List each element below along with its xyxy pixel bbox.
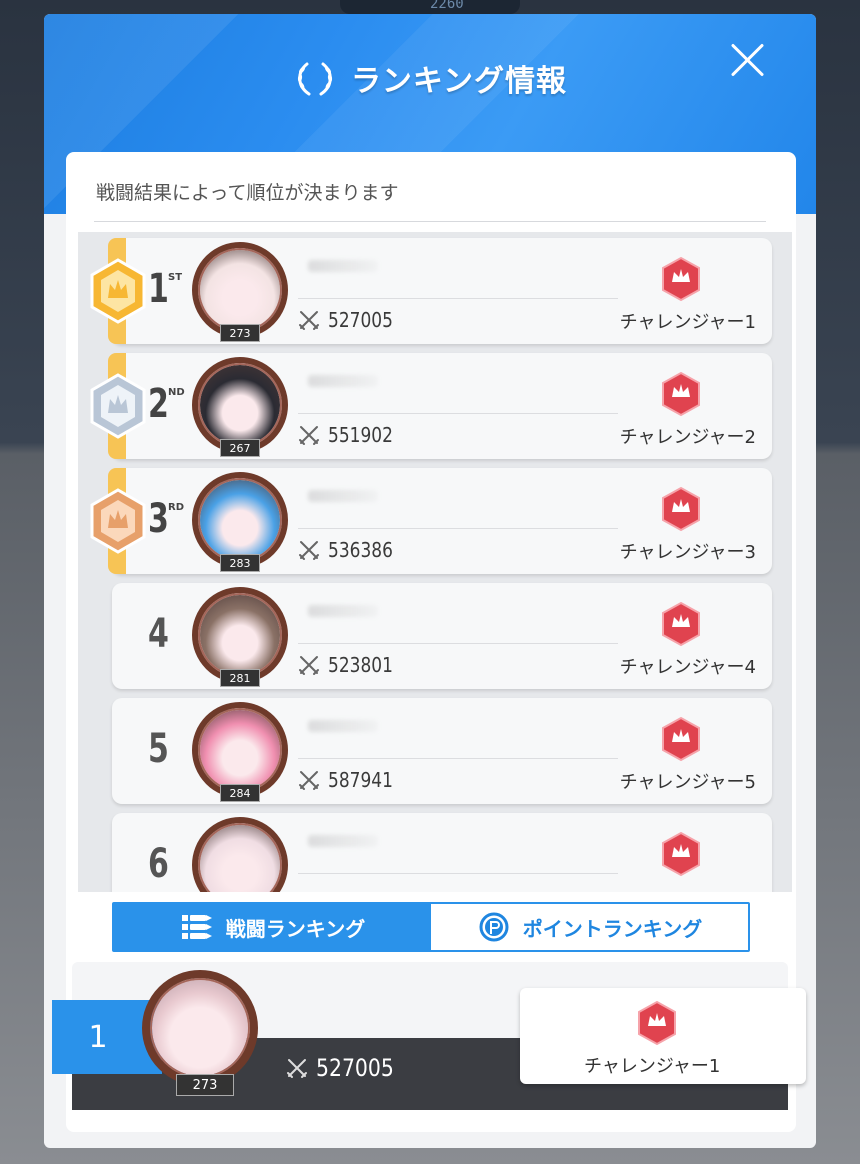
rank-number: 4 bbox=[148, 611, 169, 657]
divider bbox=[298, 758, 618, 759]
player-name-redacted bbox=[308, 835, 378, 847]
player-name-redacted bbox=[308, 605, 378, 617]
player-avatar[interactable] bbox=[192, 817, 288, 892]
my-level-badge: 273 bbox=[176, 1074, 234, 1096]
ranking-row[interactable]: 3 RD 283 536386 チャレンジャー3 bbox=[90, 468, 772, 574]
tier-label: チャレンジャー1 bbox=[619, 312, 756, 333]
rank-number: 2 bbox=[148, 381, 169, 427]
power: 536386 bbox=[298, 538, 404, 562]
power: 551902 bbox=[298, 423, 404, 447]
crown-tier-icon bbox=[638, 1000, 676, 1046]
ranking-subtitle: 戦闘結果によって順位が決まります bbox=[96, 182, 399, 204]
avatar-frame bbox=[192, 817, 288, 892]
player-avatar[interactable]: 284 bbox=[192, 702, 288, 802]
rank-suffix: RD bbox=[168, 502, 185, 513]
tab-battle-ranking[interactable]: 戦闘ランキング bbox=[114, 904, 431, 950]
player-name-redacted bbox=[308, 260, 378, 272]
ranking-modal: ランキング情報 戦闘結果によって順位が決まります 1 ST 273 527005 … bbox=[44, 14, 816, 1148]
medal-icon bbox=[90, 488, 146, 554]
player-name-redacted bbox=[308, 375, 378, 387]
crossed-swords-icon bbox=[287, 1059, 307, 1078]
player-avatar[interactable]: 273 bbox=[192, 242, 288, 342]
laurel-icon bbox=[297, 62, 333, 96]
p-coin-icon bbox=[479, 912, 509, 942]
ranking-row[interactable]: 2 ND 267 551902 チャレンジャー2 bbox=[90, 353, 772, 459]
ranking-list[interactable]: 1 ST 273 527005 チャレンジャー1 2 ND 267 551902 チ… bbox=[78, 232, 792, 892]
power-value: 523801 bbox=[328, 653, 393, 677]
player-avatar[interactable]: 283 bbox=[192, 472, 288, 572]
my-power: 527005 bbox=[286, 1054, 408, 1082]
ranking-row[interactable]: 4 281 523801 チャレンジャー4 bbox=[112, 583, 772, 689]
my-ranking-card: 1 273 527005 チャレンジャー1 bbox=[52, 962, 806, 1110]
rank-number: 3 bbox=[148, 496, 169, 542]
divider bbox=[94, 221, 766, 222]
crown-tier-icon bbox=[662, 716, 700, 762]
power-value: 527005 bbox=[328, 308, 393, 332]
rank-suffix: ST bbox=[168, 272, 183, 283]
ranking-row[interactable]: 1 ST 273 527005 チャレンジャー1 bbox=[90, 238, 772, 344]
ranking-tabs: 戦闘ランキング ポイントランキング bbox=[112, 902, 750, 952]
level-badge: 267 bbox=[220, 439, 260, 457]
background-status-badge: 2260 bbox=[340, 0, 520, 14]
power: 527005 bbox=[298, 308, 404, 332]
level-badge: 284 bbox=[220, 784, 260, 802]
level-badge: 281 bbox=[220, 669, 260, 687]
crossed-swords-icon bbox=[299, 426, 319, 445]
ranking-row[interactable]: 5 284 587941 チャレンジャー5 bbox=[112, 698, 772, 804]
crossed-swords-icon bbox=[299, 656, 319, 675]
my-tier-card: チャレンジャー1 bbox=[520, 988, 806, 1084]
player-avatar[interactable]: 267 bbox=[192, 357, 288, 457]
tab-battle-label: 戦闘ランキング bbox=[225, 916, 366, 941]
rank-number: 6 bbox=[148, 841, 169, 887]
player-name-redacted bbox=[308, 720, 378, 732]
tier-label: チャレンジャー4 bbox=[619, 657, 756, 678]
crossed-swords-icon bbox=[299, 541, 319, 560]
medal-icon bbox=[90, 258, 146, 324]
power: 523801 bbox=[298, 653, 404, 677]
ranking-panel: 戦闘結果によって順位が決まります 1 ST 273 527005 チャレンジャー1… bbox=[52, 152, 806, 1132]
modal-title: ランキング情報 bbox=[350, 64, 568, 99]
divider bbox=[298, 873, 618, 874]
tier-label: チャレンジャー3 bbox=[619, 542, 756, 563]
my-avatar-frame bbox=[142, 970, 258, 1086]
level-badge: 283 bbox=[220, 554, 260, 572]
player-avatar[interactable]: 281 bbox=[192, 587, 288, 687]
crossed-swords-icon bbox=[299, 771, 319, 790]
modal-title-bar: ランキング情報 bbox=[44, 56, 816, 100]
tab-point-ranking[interactable]: ポイントランキング bbox=[431, 904, 748, 950]
player-name-redacted bbox=[308, 490, 378, 502]
rank-number: 5 bbox=[148, 726, 169, 772]
tab-point-label: ポイントランキング bbox=[522, 916, 703, 941]
power-value: 587941 bbox=[328, 768, 393, 792]
divider bbox=[298, 528, 618, 529]
level-badge: 273 bbox=[220, 324, 260, 342]
close-icon[interactable] bbox=[728, 40, 768, 80]
my-avatar[interactable]: 273 bbox=[142, 970, 258, 1096]
divider bbox=[298, 413, 618, 414]
crown-tier-icon bbox=[662, 831, 700, 877]
rank-number: 1 bbox=[148, 266, 169, 312]
rank-suffix: ND bbox=[168, 387, 185, 398]
tier-label: チャレンジャー2 bbox=[619, 427, 756, 448]
crossed-swords-icon bbox=[299, 311, 319, 330]
my-tier-label: チャレンジャー1 bbox=[584, 1056, 721, 1077]
power-value: 536386 bbox=[328, 538, 393, 562]
divider bbox=[298, 643, 618, 644]
power-value: 551902 bbox=[328, 423, 393, 447]
divider bbox=[298, 298, 618, 299]
crown-tier-icon bbox=[662, 601, 700, 647]
medal-icon bbox=[90, 373, 146, 439]
my-power-value: 527005 bbox=[316, 1054, 394, 1082]
crown-tier-icon bbox=[662, 371, 700, 417]
crown-tier-icon bbox=[662, 486, 700, 532]
background-status-value: 2260 bbox=[430, 0, 464, 12]
power: 587941 bbox=[298, 768, 404, 792]
ranking-row[interactable]: 6 bbox=[112, 813, 772, 892]
tier-label: チャレンジャー5 bbox=[619, 772, 756, 793]
crown-tier-icon bbox=[662, 256, 700, 302]
ammo-icon bbox=[181, 915, 212, 939]
